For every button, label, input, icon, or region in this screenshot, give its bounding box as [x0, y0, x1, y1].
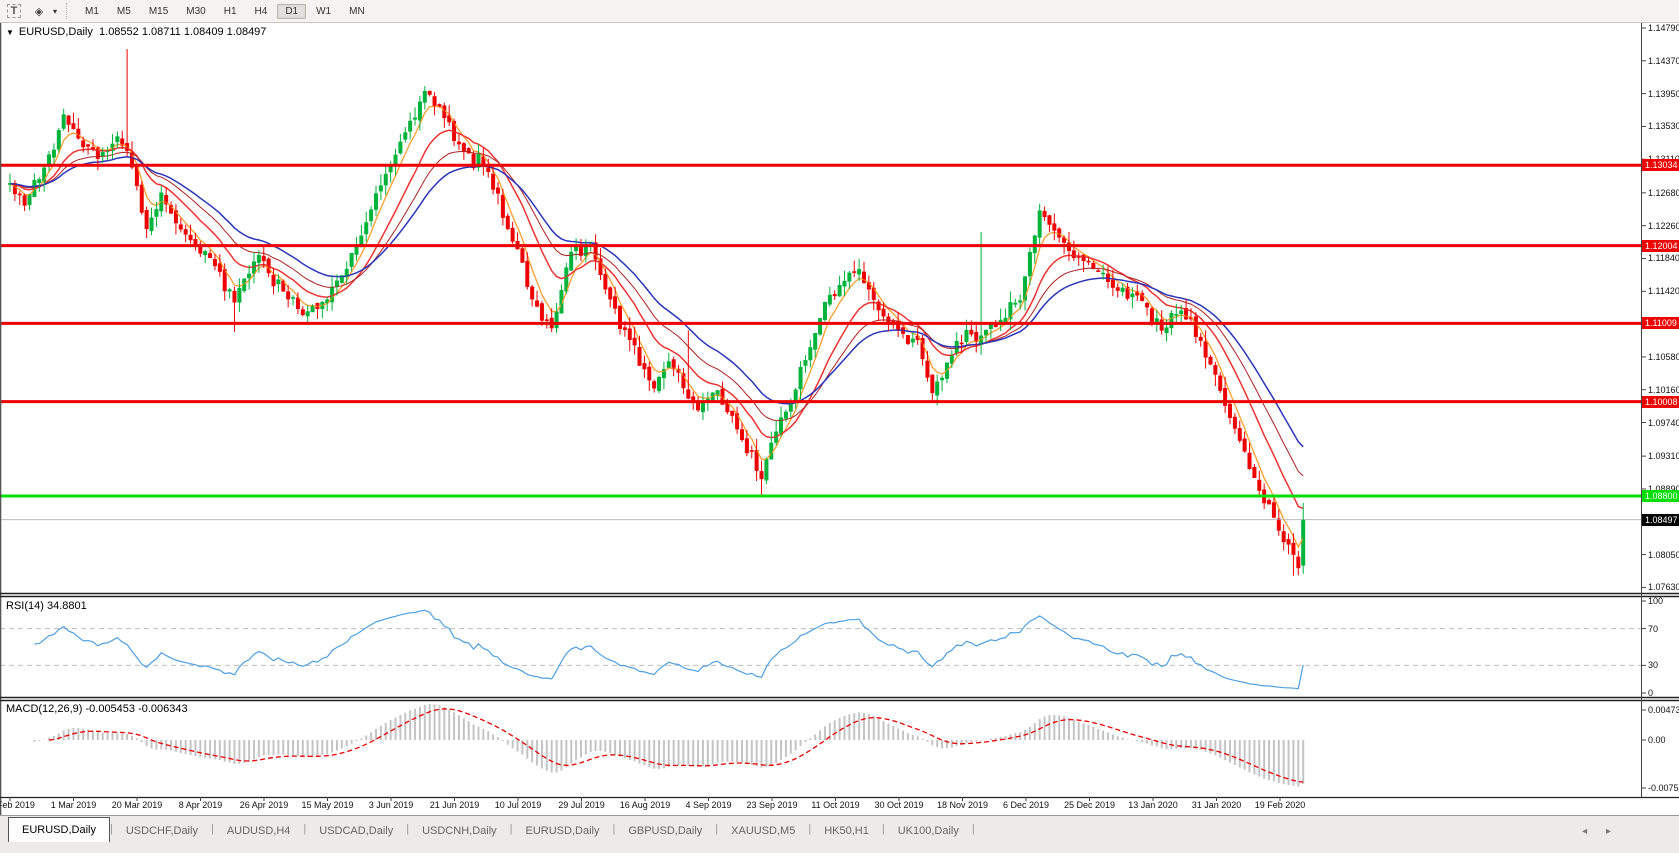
chart-canvas[interactable]: [0, 0, 1679, 853]
tab-scroll-buttons[interactable]: ◂ ▸: [1582, 826, 1619, 837]
tab-eurusd-daily[interactable]: EURUSD,Daily: [8, 817, 110, 842]
macd-indicator-label: MACD(12,26,9) -0.005453 -0.006343: [6, 703, 188, 715]
tab-xauusd-m5[interactable]: XAUUSD,M5: [718, 820, 808, 842]
symbol-dropdown-icon[interactable]: ▼: [6, 28, 14, 37]
tab-audusd-h4[interactable]: AUDUSD,H4: [214, 820, 304, 842]
macd-values: -0.005453 -0.006343: [85, 703, 187, 715]
timeframe-M30[interactable]: M30: [178, 4, 213, 19]
tab-eurusd-daily[interactable]: EURUSD,Daily: [513, 820, 613, 842]
tab-hk50-h1[interactable]: HK50,H1: [811, 820, 882, 842]
timeframe-H4[interactable]: H4: [247, 4, 276, 19]
arrow-style-tool-icon[interactable]: ◈: [28, 2, 50, 20]
rsi-value: 34.8801: [47, 600, 87, 612]
timeframe-M5[interactable]: M5: [109, 4, 139, 19]
tab-separator: |: [972, 823, 975, 835]
chart-symbol-title: EURUSD,Daily: [19, 26, 93, 38]
timeframe-M1[interactable]: M1: [77, 4, 107, 19]
timeframe-D1[interactable]: D1: [277, 4, 306, 19]
rsi-indicator-label: RSI(14) 34.8801: [6, 600, 87, 612]
toolbar-separator: [66, 3, 72, 19]
chart-ohlc-values: 1.08552 1.08711 1.08409 1.08497: [99, 26, 266, 38]
timeframe-H1[interactable]: H1: [216, 4, 245, 19]
timeframe-toolbar: M1M5M15M30H1H4D1W1MN: [76, 4, 374, 19]
timeframe-W1[interactable]: W1: [308, 4, 339, 19]
text-tool-icon[interactable]: T: [3, 2, 25, 20]
timeframe-M15[interactable]: M15: [141, 4, 176, 19]
chart-tabs: EURUSD,Daily|USDCHF,Daily|AUDUSD,H4|USDC…: [0, 816, 975, 842]
tab-uk100-daily[interactable]: UK100,Daily: [885, 820, 972, 842]
tab-gbpusd-daily[interactable]: GBPUSD,Daily: [615, 820, 715, 842]
chart-header: ▼ EURUSD,Daily 1.08552 1.08711 1.08409 1.…: [6, 26, 266, 38]
tab-usdchf-daily[interactable]: USDCHF,Daily: [113, 820, 211, 842]
status-strip: [0, 841, 1679, 853]
toolbar: T ◈ ▾ M1M5M15M30H1H4D1W1MN: [0, 0, 1679, 23]
tab-usdcnh-daily[interactable]: USDCNH,Daily: [409, 820, 510, 842]
tool-dropdown-icon[interactable]: ▾: [50, 7, 60, 16]
tab-usdcad-daily[interactable]: USDCAD,Daily: [306, 820, 406, 842]
timeframe-MN[interactable]: MN: [341, 4, 373, 19]
mt4-window: T ◈ ▾ M1M5M15M30H1H4D1W1MN 1.147901.1437…: [0, 0, 1679, 853]
chart-tab-bar: EURUSD,Daily|USDCHF,Daily|AUDUSD,H4|USDC…: [0, 815, 1679, 842]
